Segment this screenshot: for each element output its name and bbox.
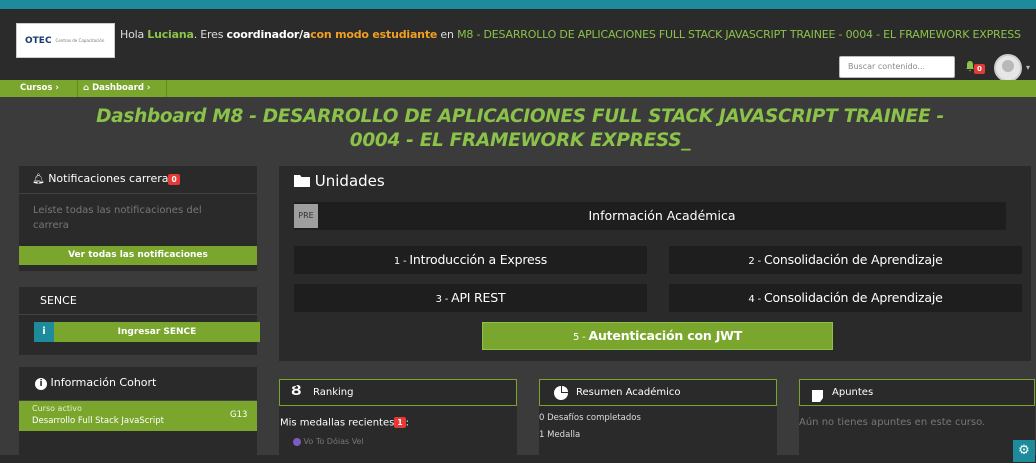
notifications-title: 🔔︎ Notificaciones carrera 0 [32,172,180,185]
home-icon: ⌂ [83,83,90,93]
otec-logo[interactable]: OTEC Centros de Capacitación [16,23,115,58]
desafios-completados: 0 Desafíos completados [539,413,641,423]
informacion-academica-button[interactable]: PRE Información Académica [294,202,1006,230]
unit-5-button[interactable]: 5 - Autenticación con JWT [482,322,833,350]
resumen-header: Resumen Académico [539,379,777,406]
apuntes-empty-message: Aún no tienes apuntes en este curso. [799,417,986,428]
bell-icon: 🔔︎ [32,174,45,185]
breadcrumb-cursos[interactable]: Cursos › [20,80,59,97]
ranking-title: Ranking [313,387,354,398]
divider [19,193,257,194]
unit-sep: - [754,294,764,305]
avatar[interactable] [994,54,1022,82]
unit-2-button[interactable]: 2 - Consolidación de Aprendizaje [669,246,1022,274]
logo-text: OTEC [25,35,52,46]
view-all-notifications-button[interactable]: Ver todas las notificaciones [19,246,257,265]
greeting-prefix: Hola [120,28,148,41]
notifications-panel: 🔔︎ Notificaciones carrera 0 Leíste todas … [19,166,257,271]
medal-item-text: Vo To Dóias Vel [303,437,364,446]
apuntes-title: Apuntes [832,387,874,398]
active-course-name: Desarrollo Full Stack JavaScript [32,416,164,426]
pie-chart-icon [554,385,568,404]
greeting-in: en [437,28,458,41]
pre-tag: PRE [294,204,318,228]
cohort-panel: i Información Cohort Curso activo Desarr… [19,367,257,457]
page-title-bar: Dashboard M8 - DESARROLLO DE APLICACIONE… [0,97,1036,159]
sence-panel: SENCE i Ingresar SENCE [19,287,260,355]
notifications-count-badge: 0 [168,173,180,185]
sence-title: SENCE [40,294,77,307]
ingresar-sence-button[interactable]: i Ingresar SENCE [34,322,260,342]
notifications-title-text: Notificaciones carrera [48,172,169,185]
active-course-row[interactable]: Curso activo Desarrollo Full Stack JavaS… [19,401,257,431]
greeting: Hola Luciana. Eres coordinador/acon modo… [120,28,1021,41]
page-title-line-1: Dashboard M8 - DESARROLLO DE APLICACIONE… [96,106,944,127]
medals-label-text: Mis medallas recientes [280,417,395,429]
info-icon: i [34,322,54,342]
current-course: M8 - DESARROLLO DE APLICACIONES FULL STA… [457,28,1021,41]
medal-item: Vo To Dóias Vel [293,437,364,446]
medallas-count: 1 Medalla [539,430,581,440]
breadcrumb-divider [77,80,78,97]
unit-3-button[interactable]: 3 - API REST [294,284,647,312]
resumen-title: Resumen Académico [576,387,681,398]
top-accent-strip [0,0,1036,9]
note-icon [812,387,823,406]
search-input[interactable]: Buscar contenido... [839,56,955,78]
medals-count-badge: 1 [394,417,406,428]
active-course-label: Curso activo [32,404,82,413]
logo-subtext: Centros de Capacitación [55,38,105,43]
header: OTEC Centros de Capacitación Hola Lucian… [0,9,1036,82]
active-course-code: G13 [230,410,248,420]
ranking-panel: Ȣ Ranking Mis medallas recientes 1: Vo To… [279,379,517,457]
unit-name: Autenticación con JWT [588,328,743,343]
resumen-panel: Resumen Académico 0 Desafíos completados… [539,379,777,457]
student-mode: con modo estudiante [310,28,438,41]
page-title-line-2: 0004 - EL FRAMEWORK EXPRESS_ [349,130,691,151]
medals-label: Mis medallas recientes 1: [280,417,409,429]
breadcrumb-dashboard[interactable]: ⌂ Dashboard › [83,80,150,97]
bottom-bar [0,455,1036,463]
unit-sep: - [754,256,764,267]
ingresar-sence-label: Ingresar SENCE [117,327,197,337]
notification-count-badge: 0 [974,64,985,74]
chevron-down-icon[interactable]: ▾ [1026,63,1030,72]
unit-name: Introducción a Express [409,252,548,267]
user-role: coordinador/a [226,28,311,41]
page-title: Dashboard M8 - DESARROLLO DE APLICACIONE… [70,105,970,153]
ranking-header: Ȣ Ranking [279,379,517,406]
unidades-panel: Unidades PRE Información Académica 1 - I… [279,166,1031,361]
breadcrumb-divider [166,80,167,97]
cohort-title-text: Información Cohort [50,376,157,389]
divider [19,314,257,315]
apuntes-panel: Apuntes Aún no tienes apuntes en este cu… [799,379,1035,457]
informacion-academica-label: Información Académica [588,208,736,223]
unit-1-button[interactable]: 1 - Introducción a Express [294,246,647,274]
info-circle-icon: i [35,378,47,390]
unit-name: Consolidación de Aprendizaje [763,252,943,267]
gear-icon[interactable]: ⚙ [1013,440,1035,462]
unidades-title: Unidades [294,172,385,191]
trophy-icon: Ȣ [291,384,302,399]
cohort-title: i Información Cohort [35,376,156,390]
unit-4-button[interactable]: 4 - Consolidación de Aprendizaje [669,284,1022,312]
notifications-message: Leíste todas las notificaciones del carr… [33,205,202,231]
unidades-title-text: Unidades [314,172,385,190]
folder-icon [294,173,315,191]
unit-name: API REST [451,290,506,305]
medal-icon [293,437,301,446]
unit-sep: - [441,294,452,305]
greeting-mid: . Eres [193,28,227,41]
breadcrumb: Cursos › ⌂ Dashboard › [0,80,1036,97]
unit-name: Consolidación de Aprendizaje [763,290,943,305]
apuntes-header: Apuntes [799,379,1035,406]
user-name: Luciana [147,28,194,41]
